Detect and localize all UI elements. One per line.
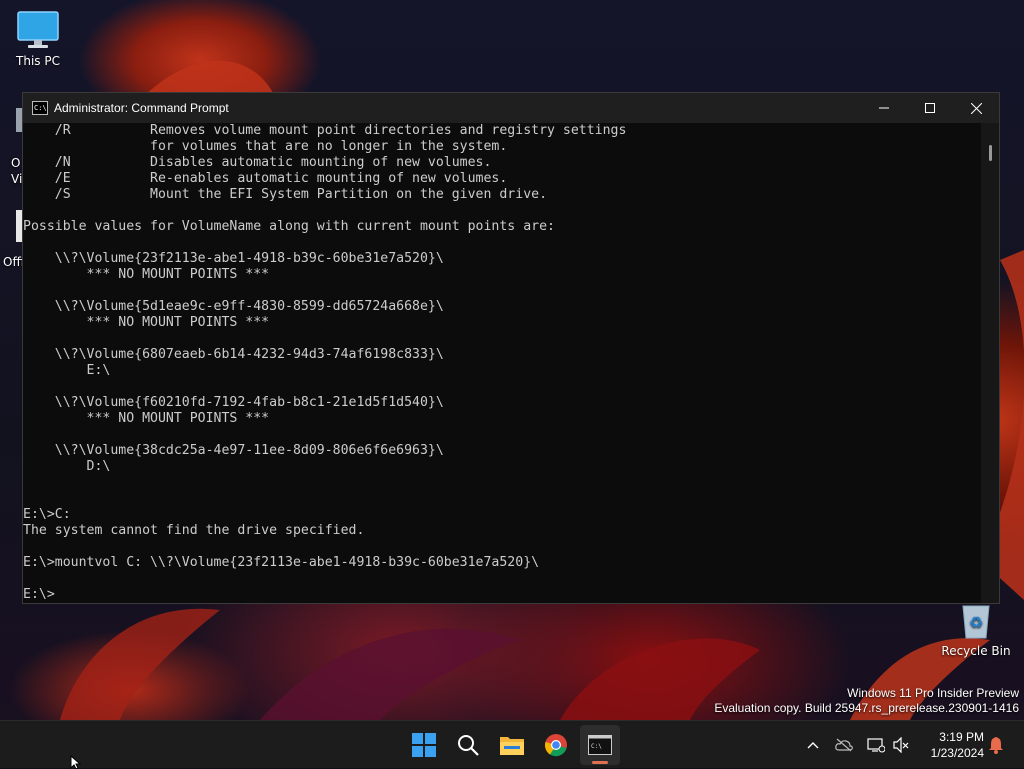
console-line: The system cannot find the drive specifi… [23, 523, 365, 538]
taskbar-command-prompt-button[interactable]: C:\ [580, 725, 620, 765]
tray-network-button[interactable] [866, 733, 886, 757]
vertical-scrollbar[interactable] [981, 123, 999, 603]
monitor-icon [17, 11, 59, 48]
windows-start-icon [412, 733, 436, 757]
taskbar-chrome-button[interactable] [536, 725, 576, 765]
partial-desktop-label: O [11, 156, 21, 170]
close-button[interactable] [953, 93, 999, 123]
console-line: for volumes that are no longer in the sy… [23, 139, 508, 154]
console-line: *** NO MOUNT POINTS *** [23, 315, 270, 330]
console-line: E:\ [23, 363, 111, 378]
console-line: \\?\Volume{23f2113e-abe1-4918-b39c-60be3… [23, 251, 444, 266]
console-line: D:\ [23, 459, 111, 474]
console-line: E:\> [23, 587, 55, 602]
console-line: *** NO MOUNT POINTS *** [23, 411, 270, 426]
taskbar-search-button[interactable] [448, 725, 488, 765]
window-title: Administrator: Command Prompt [54, 101, 229, 115]
network-icon [867, 738, 885, 753]
console-line: /S Mount the EFI System Partition on the… [23, 187, 548, 202]
taskbar-start-button[interactable] [404, 725, 444, 765]
console-line: E:\>mountvol C: \\?\Volume{23f2113e-abe1… [23, 555, 540, 570]
recycle-bin-icon: ♻ [962, 605, 990, 639]
tray-show-hidden-button[interactable] [803, 733, 823, 757]
tray-onedrive-button[interactable] [834, 733, 854, 757]
taskbar-clock[interactable]: 3:19 PM 1/23/2024 [931, 729, 984, 761]
console-line: E:\>C: [23, 507, 71, 522]
bell-icon [989, 737, 1003, 754]
watermark-line-1: Windows 11 Pro Insider Preview [847, 686, 1019, 700]
clock-time: 3:19 PM [939, 730, 984, 744]
window-titlebar[interactable]: C:\ Administrator: Command Prompt [23, 93, 999, 123]
chrome-icon [544, 734, 567, 757]
svg-text:C:\: C:\ [591, 743, 602, 750]
desktop-icon-this-pc[interactable]: This PC [0, 10, 76, 68]
console-line: \\?\Volume{f60210fd-7192-4fab-b8c1-21e1d… [23, 395, 444, 410]
tray-notifications-button[interactable] [986, 733, 1006, 757]
taskbar: C:\ 3:19 PM 1/23/2024 [0, 720, 1024, 768]
search-icon [458, 735, 479, 756]
console-text: /R Removes volume mount point directorie… [23, 123, 981, 603]
folder-icon [500, 737, 524, 755]
maximize-icon [925, 103, 935, 113]
svg-text:♻: ♻ [969, 613, 983, 632]
clock-date: 1/23/2024 [930, 746, 984, 760]
cmd-app-icon: C:\ [32, 101, 48, 115]
console-line: /N Disables automatic mounting of new vo… [23, 155, 492, 170]
console-line: /R Removes volume mount point directorie… [23, 123, 627, 138]
console-line: \\?\Volume{6807eaeb-6b14-4232-94d3-74af6… [23, 347, 444, 362]
active-app-indicator [592, 761, 608, 764]
chevron-up-icon [807, 742, 819, 749]
console-line: \\?\Volume{5d1eae9c-e9ff-4830-8599-dd657… [23, 299, 444, 314]
mouse-cursor-icon [70, 755, 82, 769]
watermark-line-2: Evaluation copy. Build 25947.rs_prerelea… [714, 701, 1019, 715]
scrollbar-thumb[interactable] [989, 145, 992, 161]
maximize-button[interactable] [907, 93, 953, 123]
terminal-icon: C:\ [588, 735, 612, 755]
minimize-button[interactable] [861, 93, 907, 123]
console-line: \\?\Volume{38cdc25a-4e97-11ee-8d09-806e6… [23, 443, 444, 458]
evaluation-watermark: Windows 11 Pro Insider Preview Evaluatio… [714, 686, 1019, 716]
close-icon [970, 102, 982, 114]
tray-volume-button[interactable] [891, 733, 911, 757]
console-line: Possible values for VolumeName along wit… [23, 219, 555, 234]
partial-desktop-label: Vi [11, 172, 23, 186]
volume-muted-icon [893, 737, 909, 753]
taskbar-file-explorer-button[interactable] [492, 725, 532, 765]
command-prompt-window[interactable]: C:\ Administrator: Command Prompt /R Rem… [22, 92, 1000, 604]
partial-desktop-label: Offi [3, 255, 25, 269]
console-line: /E Re-enables automatic mounting of new … [23, 171, 508, 186]
minimize-icon [879, 107, 889, 109]
desktop-icon-label: This PC [16, 54, 60, 68]
console-output[interactable]: /R Removes volume mount point directorie… [23, 123, 981, 603]
desktop-icon-label: Recycle Bin [941, 644, 1011, 658]
desktop-icon-recycle-bin[interactable]: ♻ Recycle Bin [938, 600, 1014, 658]
onedrive-cloud-icon [835, 738, 853, 752]
console-line: *** NO MOUNT POINTS *** [23, 267, 270, 282]
